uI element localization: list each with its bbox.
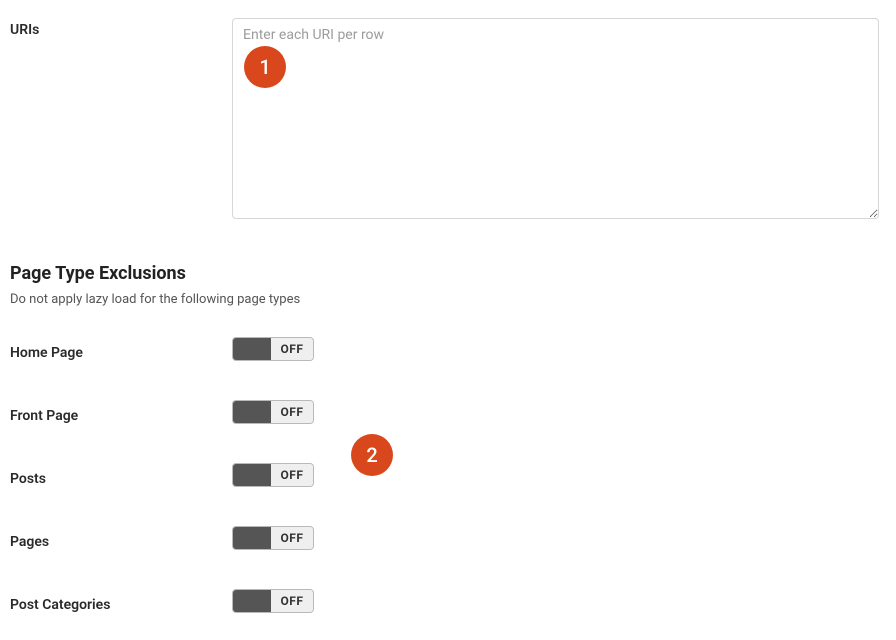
toggle-row-front-page: Front Page OFF bbox=[10, 400, 886, 427]
toggle-row-posts: Posts OFF bbox=[10, 463, 886, 490]
uris-control bbox=[232, 18, 886, 223]
toggle-state-text: OFF bbox=[271, 464, 313, 486]
settings-form: 1 2 URIs Page Type Exclusions Do not app… bbox=[0, 0, 896, 616]
toggle-state-text: OFF bbox=[271, 401, 313, 423]
annotation-badge-2: 2 bbox=[351, 434, 393, 476]
toggle-posts[interactable]: OFF bbox=[232, 463, 314, 487]
annotation-badge-1: 1 bbox=[244, 46, 286, 88]
page-type-exclusions-heading: Page Type Exclusions bbox=[10, 263, 886, 284]
toggle-state-text: OFF bbox=[271, 590, 313, 612]
toggle-post-categories[interactable]: OFF bbox=[232, 589, 314, 613]
toggle-state-text: OFF bbox=[271, 338, 313, 360]
toggle-label-posts: Posts bbox=[10, 467, 232, 487]
toggle-pages[interactable]: OFF bbox=[232, 526, 314, 550]
toggle-row-post-categories: Post Categories OFF bbox=[10, 589, 886, 616]
toggle-knob bbox=[233, 338, 271, 360]
toggle-label-post-categories: Post Categories bbox=[10, 593, 232, 613]
toggle-front-page[interactable]: OFF bbox=[232, 400, 314, 424]
toggle-home-page[interactable]: OFF bbox=[232, 337, 314, 361]
uris-row: URIs bbox=[10, 18, 886, 223]
uris-textarea[interactable] bbox=[232, 18, 879, 219]
toggle-label-pages: Pages bbox=[10, 530, 232, 550]
toggle-knob bbox=[233, 464, 271, 486]
toggle-label-front-page: Front Page bbox=[10, 404, 232, 424]
toggle-knob bbox=[233, 590, 271, 612]
page-type-exclusions-sub: Do not apply lazy load for the following… bbox=[10, 292, 886, 307]
toggle-state-text: OFF bbox=[271, 527, 313, 549]
toggle-row-pages: Pages OFF bbox=[10, 526, 886, 553]
toggle-knob bbox=[233, 527, 271, 549]
uris-label: URIs bbox=[10, 18, 232, 38]
toggle-row-home-page: Home Page OFF bbox=[10, 337, 886, 364]
toggle-label-home-page: Home Page bbox=[10, 341, 232, 361]
toggle-knob bbox=[233, 401, 271, 423]
